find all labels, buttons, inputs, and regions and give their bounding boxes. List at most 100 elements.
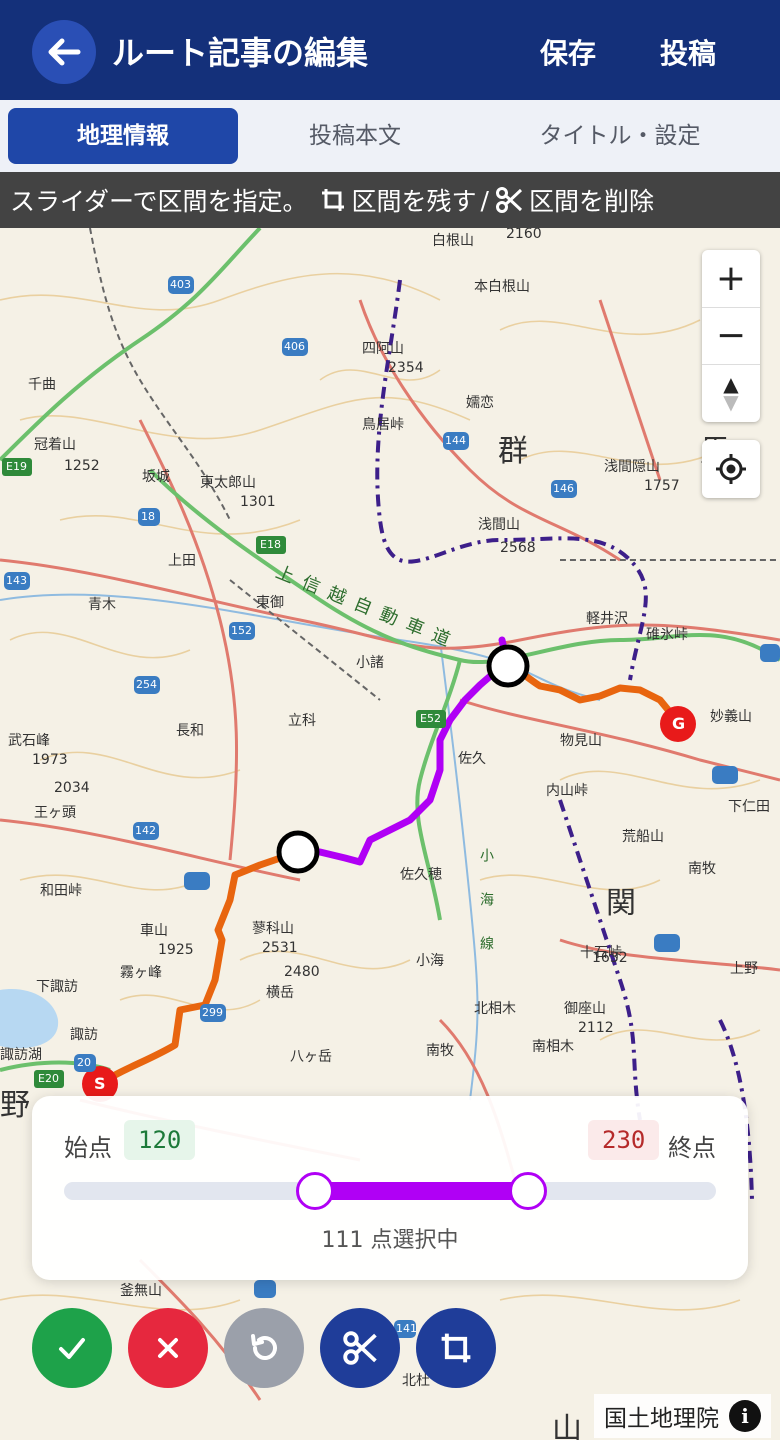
map-label: 長和 xyxy=(176,723,204,739)
tab-geo-info[interactable]: 地理情報 xyxy=(8,108,238,164)
map-label: 坂城 xyxy=(142,469,170,485)
crop-icon xyxy=(321,189,344,211)
map-label: 1252 xyxy=(64,458,100,474)
map-label: 佐久穂 xyxy=(400,867,442,883)
map-label: 2112 xyxy=(578,1020,614,1036)
map-zoom-control: + − ▲ ▼ xyxy=(702,250,760,422)
crop-icon xyxy=(441,1333,471,1363)
map-label: 上田 xyxy=(168,553,196,569)
map-label: 南牧 xyxy=(426,1043,454,1059)
range-end-handle[interactable] xyxy=(509,1172,547,1210)
instruction-delete: 区間を削除 xyxy=(528,187,654,216)
end-point-value: 230 xyxy=(588,1120,660,1160)
confirm-button[interactable] xyxy=(32,1308,112,1388)
map-label: 和田峠 xyxy=(40,883,82,899)
zoom-out-button[interactable]: − xyxy=(702,307,760,363)
save-button[interactable]: 保存 xyxy=(540,32,596,72)
map-attribution: 国土地理院 i xyxy=(594,1394,771,1438)
start-point-label: 始点 xyxy=(64,1134,112,1162)
goal-marker[interactable]: G xyxy=(672,714,685,733)
tab-title-settings[interactable]: タイトル・設定 xyxy=(500,108,740,164)
map-label: 1632 xyxy=(592,950,628,966)
delete-segment-button[interactable] xyxy=(320,1308,400,1388)
scissors-icon xyxy=(343,1331,377,1365)
post-button[interactable]: 投稿 xyxy=(660,32,716,72)
map-label: 横岳 xyxy=(266,985,294,1001)
map-label: 2568 xyxy=(500,540,536,556)
info-icon[interactable]: i xyxy=(729,1400,761,1432)
road-label: E19 xyxy=(6,460,27,473)
map-label: 2354 xyxy=(388,360,424,376)
arrow-left-icon xyxy=(48,38,81,66)
map-label: 車山 xyxy=(140,923,168,939)
map-label: 立科 xyxy=(288,713,316,729)
back-button[interactable] xyxy=(32,20,96,84)
map-label: 八ヶ岳 xyxy=(290,1049,332,1065)
map-label: 霧ヶ峰 xyxy=(120,965,162,981)
map-label: 荒船山 xyxy=(622,829,664,845)
road-label: E18 xyxy=(260,538,281,551)
map-label: 冠着山 xyxy=(34,437,76,453)
crosshair-icon xyxy=(716,454,746,484)
keep-segment-button[interactable] xyxy=(416,1308,496,1388)
road-label: 143 xyxy=(6,574,27,587)
map-label: 2531 xyxy=(262,940,298,956)
close-icon xyxy=(158,1338,178,1358)
road-label: 144 xyxy=(445,434,466,447)
road-label: 299 xyxy=(202,1006,223,1019)
map-label: 浅間隠山 xyxy=(604,459,660,475)
zoom-in-button[interactable]: + xyxy=(702,250,760,306)
map-label: 内山峠 xyxy=(546,783,588,799)
map-label: 北相木 xyxy=(474,1001,516,1017)
map-label: 妙義山 xyxy=(710,709,752,725)
map-label: 1301 xyxy=(240,494,276,510)
range-slider-track[interactable] xyxy=(64,1172,716,1210)
tab-post-body[interactable]: 投稿本文 xyxy=(250,108,460,164)
compass-north-button[interactable]: ▲ ▼ xyxy=(702,364,760,420)
instruction-bar: スライダーで区間を指定。 区間を残す / 区間を削除 xyxy=(0,172,780,228)
locate-button[interactable] xyxy=(702,440,760,498)
map-label: 本白根山 xyxy=(474,279,530,295)
instruction-text: スライダーで区間を指定。 xyxy=(10,187,308,216)
attribution-text: 国土地理院 xyxy=(604,1406,719,1432)
map-label: 軽井沢 xyxy=(586,611,628,627)
map-label: 小海 xyxy=(416,953,444,969)
map-label: 千曲 xyxy=(28,377,56,393)
map-label: 王ヶ頭 xyxy=(34,805,76,821)
map-label: 浅間山 xyxy=(478,517,520,533)
road-label: 146 xyxy=(553,482,574,495)
range-selector-panel: 始点 120 230 終点 111 点選択中 xyxy=(32,1096,748,1280)
road-label: E52 xyxy=(420,712,441,725)
instruction-keep: 区間を残す xyxy=(351,187,477,216)
map-label: 1757 xyxy=(644,478,680,494)
road-label: 152 xyxy=(231,624,252,637)
road-label: 406 xyxy=(284,340,305,353)
map-label: 2480 xyxy=(284,964,320,980)
map-label: 下諏訪 xyxy=(36,979,78,995)
start-marker[interactable]: S xyxy=(94,1074,106,1093)
undo-button[interactable] xyxy=(224,1308,304,1388)
map-label: 釜無山 xyxy=(120,1283,162,1299)
map-label-no: 野 xyxy=(0,1088,30,1123)
map-label: 青木 xyxy=(88,597,116,613)
map-label: 諏訪 xyxy=(70,1027,98,1043)
road-label: 403 xyxy=(170,278,191,291)
instruction-separator: / xyxy=(480,185,489,215)
map-label: 上野 xyxy=(730,961,758,977)
cancel-button[interactable] xyxy=(128,1308,208,1388)
range-slider-fill xyxy=(315,1182,528,1200)
road-label: 20 xyxy=(77,1056,91,1069)
end-point-label: 終点 xyxy=(668,1134,716,1162)
south-arrow-icon: ▼ xyxy=(723,389,739,414)
tab-bar: 地理情報 投稿本文 タイトル・設定 xyxy=(0,100,780,172)
map-label: 2034 xyxy=(54,780,90,796)
map-label: 下仁田 xyxy=(728,799,770,815)
map-label: 嬬恋 xyxy=(466,395,494,411)
range-start-handle[interactable] xyxy=(296,1172,334,1210)
map-label: 1973 xyxy=(32,752,68,768)
scissors-icon xyxy=(495,187,522,213)
map-label: 物見山 xyxy=(560,733,602,749)
map-label: 1925 xyxy=(158,942,194,958)
map-label: 南相木 xyxy=(532,1039,574,1055)
road-label: 18 xyxy=(141,510,155,523)
